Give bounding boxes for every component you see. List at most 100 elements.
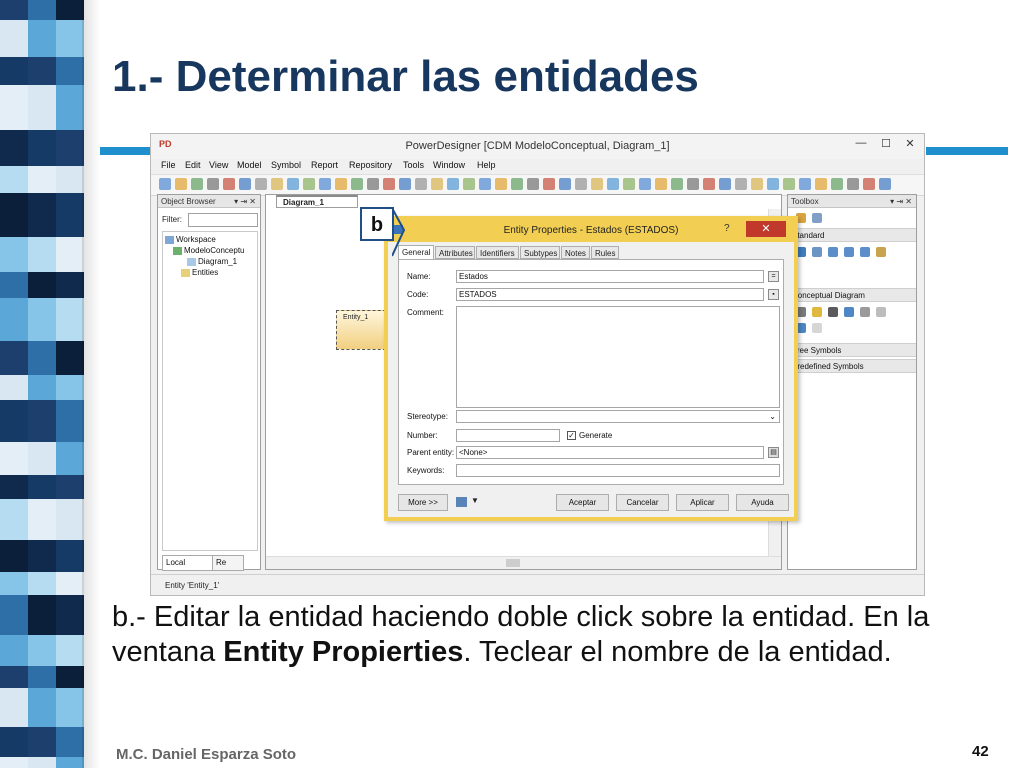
parent-entity-field[interactable]: <None>	[456, 446, 764, 459]
panel-controls-icon[interactable]: ▾ ⇥ ✕	[890, 195, 912, 208]
cut-toolbar-icon[interactable]	[543, 178, 555, 190]
menu-report[interactable]: Report	[311, 160, 338, 170]
properties-icon[interactable]: ▤	[768, 447, 779, 458]
tab-local[interactable]: Local	[162, 555, 216, 571]
cut-toolbar-icon[interactable]	[383, 178, 395, 190]
open-toolbar-icon[interactable]	[335, 178, 347, 190]
diagram-tab[interactable]: Diagram_1	[276, 195, 358, 208]
keywords-field[interactable]	[456, 464, 780, 477]
copy-toolbar-icon[interactable]	[239, 178, 251, 190]
paste-toolbar-icon[interactable]	[735, 178, 747, 190]
scroll-thumb[interactable]	[506, 559, 520, 567]
stereotype-select[interactable]: ⌄	[456, 410, 780, 423]
comment-textarea[interactable]	[456, 306, 780, 408]
help-button[interactable]: Ayuda	[736, 494, 789, 511]
menu-file[interactable]: File	[161, 160, 176, 170]
zoom-icon[interactable]	[860, 247, 870, 257]
save-toolbar-icon[interactable]	[511, 178, 523, 190]
undo-toolbar-icon[interactable]	[287, 178, 299, 190]
tree-node-entities[interactable]: Entities	[181, 268, 218, 277]
tree-node-model[interactable]: ModeloConceptu	[173, 246, 244, 255]
list-tool-icon[interactable]	[812, 213, 822, 223]
domain-tool-icon[interactable]	[828, 307, 838, 317]
print-toolbar-icon[interactable]	[207, 178, 219, 190]
save-toolbar-icon[interactable]	[831, 178, 843, 190]
grabber-tool-icon[interactable]	[812, 247, 822, 257]
toolbox-section-free[interactable]: Free Symbols	[788, 343, 916, 357]
cut-toolbar-icon[interactable]	[223, 178, 235, 190]
redo-toolbar-icon[interactable]	[303, 178, 315, 190]
toolbox-section-standard[interactable]: Standard	[788, 228, 916, 242]
close-window-button[interactable]: ✕	[897, 137, 923, 153]
save-toolbar-icon[interactable]	[671, 178, 683, 190]
number-field[interactable]	[456, 429, 560, 442]
new-toolbar-icon[interactable]	[639, 178, 651, 190]
menu-window[interactable]: Window	[433, 160, 465, 170]
new-toolbar-icon[interactable]	[159, 178, 171, 190]
tab-rules[interactable]: Rules	[591, 246, 619, 259]
properties-icon[interactable]	[876, 247, 886, 257]
menu-help[interactable]: Help	[477, 160, 496, 170]
more-button[interactable]: More >>	[398, 494, 448, 511]
delete-toolbar-icon[interactable]	[271, 178, 283, 190]
file-tool-icon[interactable]	[812, 323, 822, 333]
undo-toolbar-icon[interactable]	[767, 178, 779, 190]
redo-toolbar-icon[interactable]	[623, 178, 635, 190]
print-toolbar-icon[interactable]	[527, 178, 539, 190]
minimize-button[interactable]: —	[848, 137, 874, 153]
filter-input[interactable]	[188, 213, 258, 227]
cut-toolbar-icon[interactable]	[703, 178, 715, 190]
inheritance-icon[interactable]	[860, 307, 870, 317]
new-toolbar-icon[interactable]	[319, 178, 331, 190]
diagram-horizontal-scrollbar[interactable]	[266, 556, 781, 569]
open-toolbar-icon[interactable]	[495, 178, 507, 190]
delete-toolbar-icon[interactable]	[751, 178, 763, 190]
copy-toolbar-icon[interactable]	[399, 178, 411, 190]
open-toolbar-icon[interactable]	[815, 178, 827, 190]
menu-symbol[interactable]: Symbol	[271, 160, 301, 170]
tab-subtypes[interactable]: Subtypes	[520, 246, 560, 259]
name-field[interactable]: Estados	[456, 270, 764, 283]
new-toolbar-icon[interactable]	[479, 178, 491, 190]
entity-tool-icon[interactable]	[812, 307, 822, 317]
open-toolbar-icon[interactable]	[655, 178, 667, 190]
menu-repository[interactable]: Repository	[349, 160, 392, 170]
tab-attributes[interactable]: Attributes	[435, 246, 475, 259]
menu-tools[interactable]: Tools	[403, 160, 424, 170]
tree-node-diagram[interactable]: Diagram_1	[187, 257, 237, 266]
print-toolbar-icon[interactable]	[847, 178, 859, 190]
cut-toolbar-icon[interactable]	[863, 178, 875, 190]
open-toolbar-icon[interactable]	[175, 178, 187, 190]
menu-view[interactable]: View	[209, 160, 228, 170]
save-toolbar-icon[interactable]	[191, 178, 203, 190]
code-options-icon[interactable]: ▪	[768, 289, 779, 300]
dialog-close-button[interactable]: ✕	[746, 221, 786, 237]
toolbox-section-predefined[interactable]: Predefined Symbols	[788, 359, 916, 373]
tab-repository[interactable]: Re	[212, 555, 244, 571]
menu-model[interactable]: Model	[237, 160, 262, 170]
tab-identifiers[interactable]: Identifiers	[476, 246, 519, 259]
paste-toolbar-icon[interactable]	[575, 178, 587, 190]
tab-notes[interactable]: Notes	[561, 246, 590, 259]
relationship-icon[interactable]	[844, 307, 854, 317]
apply-button[interactable]: Aplicar	[676, 494, 729, 511]
copy-toolbar-icon[interactable]	[559, 178, 571, 190]
maximize-button[interactable]: ☐	[873, 137, 899, 153]
copy-toolbar-icon[interactable]	[879, 178, 891, 190]
paste-toolbar-icon[interactable]	[255, 178, 267, 190]
menu-edit[interactable]: Edit	[185, 160, 201, 170]
delete-toolbar-icon[interactable]	[431, 178, 443, 190]
zoom-out-icon[interactable]	[844, 247, 854, 257]
new-toolbar-icon[interactable]	[799, 178, 811, 190]
zoom-in-icon[interactable]	[828, 247, 838, 257]
generate-checkbox[interactable]: ✓	[567, 431, 576, 440]
entity-symbol[interactable]: Entity_1	[336, 310, 386, 350]
delete-toolbar-icon[interactable]	[591, 178, 603, 190]
redo-toolbar-icon[interactable]	[783, 178, 795, 190]
name-options-icon[interactable]: =	[768, 271, 779, 282]
undo-toolbar-icon[interactable]	[447, 178, 459, 190]
toolbox-section-conceptual[interactable]: Conceptual Diagram	[788, 288, 916, 302]
print-toolbar-icon[interactable]	[687, 178, 699, 190]
code-field[interactable]: ESTADOS	[456, 288, 764, 301]
tree-node-workspace[interactable]: Workspace	[165, 235, 216, 244]
